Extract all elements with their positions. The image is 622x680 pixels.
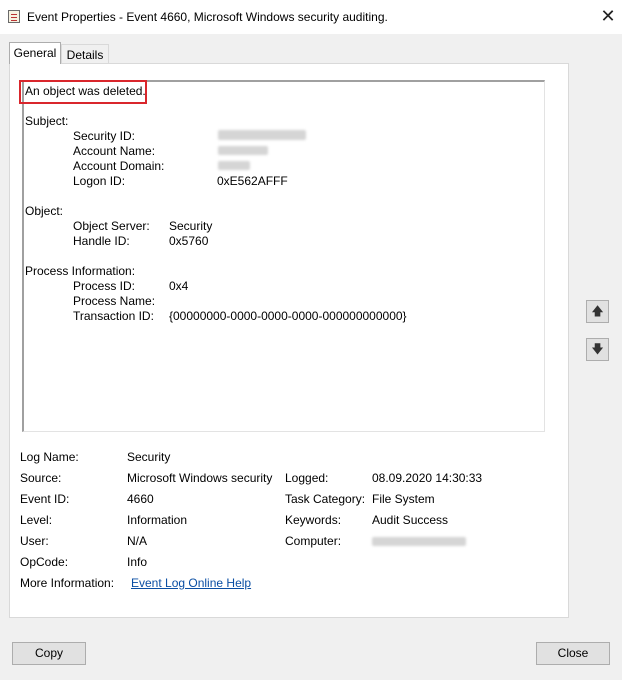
transaction-id-label: Transaction ID: — [73, 309, 154, 323]
log-name-label: Log Name: — [20, 450, 79, 464]
tab-general[interactable]: General — [9, 42, 61, 64]
security-id-redacted — [218, 130, 306, 140]
keywords-value: Audit Success — [372, 513, 449, 527]
process-name-label: Process Name: — [73, 294, 156, 308]
source-value: Microsoft Windows security — [127, 471, 273, 485]
user-value: N/A — [127, 534, 148, 548]
close-icon[interactable]: ✕ — [596, 4, 620, 28]
account-name-label: Account Name: — [73, 144, 156, 158]
task-category-value: File System — [372, 492, 435, 506]
level-label: Level: — [20, 513, 53, 527]
arrow-up-icon: 🡅 — [591, 304, 604, 318]
event-id-value: 4660 — [127, 492, 154, 506]
tab-details[interactable]: Details — [61, 44, 109, 64]
headline-highlight — [19, 80, 147, 104]
opcode-value: Info — [127, 555, 148, 569]
computer-label: Computer: — [285, 534, 342, 548]
close-button[interactable]: Close — [536, 642, 610, 665]
logon-id-value: 0xE562AFFF — [217, 174, 288, 188]
opcode-label: OpCode: — [20, 555, 69, 569]
arrow-down-icon: 🡇 — [591, 342, 604, 356]
task-category-label: Task Category: — [285, 492, 366, 506]
process-header: Process Information: — [25, 264, 136, 278]
object-header: Object: — [25, 204, 64, 218]
level-value: Information — [127, 513, 188, 527]
process-id-label: Process ID: — [73, 279, 136, 293]
account-name-redacted — [218, 146, 268, 155]
computer-value-redacted — [372, 537, 466, 546]
process-id-value: 0x4 — [169, 279, 189, 293]
object-server-value: Security — [169, 219, 213, 233]
window-title: Event Properties - Event 4660, Microsoft… — [27, 10, 388, 24]
user-label: User: — [20, 534, 49, 548]
handle-id-value: 0x5760 — [169, 234, 209, 248]
logon-id-label: Logon ID: — [73, 174, 126, 188]
logged-value: 08.09.2020 14:30:33 — [372, 471, 483, 485]
title-bar: Event Properties - Event 4660, Microsoft… — [0, 0, 622, 34]
next-event-button[interactable]: 🡇 — [586, 338, 609, 361]
transaction-id-value: {00000000-0000-0000-0000-000000000000} — [169, 309, 407, 323]
logged-label: Logged: — [285, 471, 329, 485]
keywords-label: Keywords: — [285, 513, 342, 527]
object-server-label: Object Server: — [73, 219, 150, 233]
event-viewer-icon — [8, 10, 20, 23]
source-label: Source: — [20, 471, 62, 485]
more-information-label: More Information: — [20, 576, 115, 590]
event-id-label: Event ID: — [20, 492, 70, 506]
event-log-online-help-link[interactable]: Event Log Online Help — [131, 576, 251, 590]
subject-header: Subject: — [25, 114, 69, 128]
account-domain-redacted — [218, 161, 250, 170]
security-id-label: Security ID: — [73, 129, 136, 143]
log-name-value: Security — [127, 450, 171, 464]
previous-event-button[interactable]: 🡅 — [586, 300, 609, 323]
copy-button[interactable]: Copy — [12, 642, 86, 665]
account-domain-label: Account Domain: — [73, 159, 165, 173]
handle-id-label: Handle ID: — [73, 234, 130, 248]
